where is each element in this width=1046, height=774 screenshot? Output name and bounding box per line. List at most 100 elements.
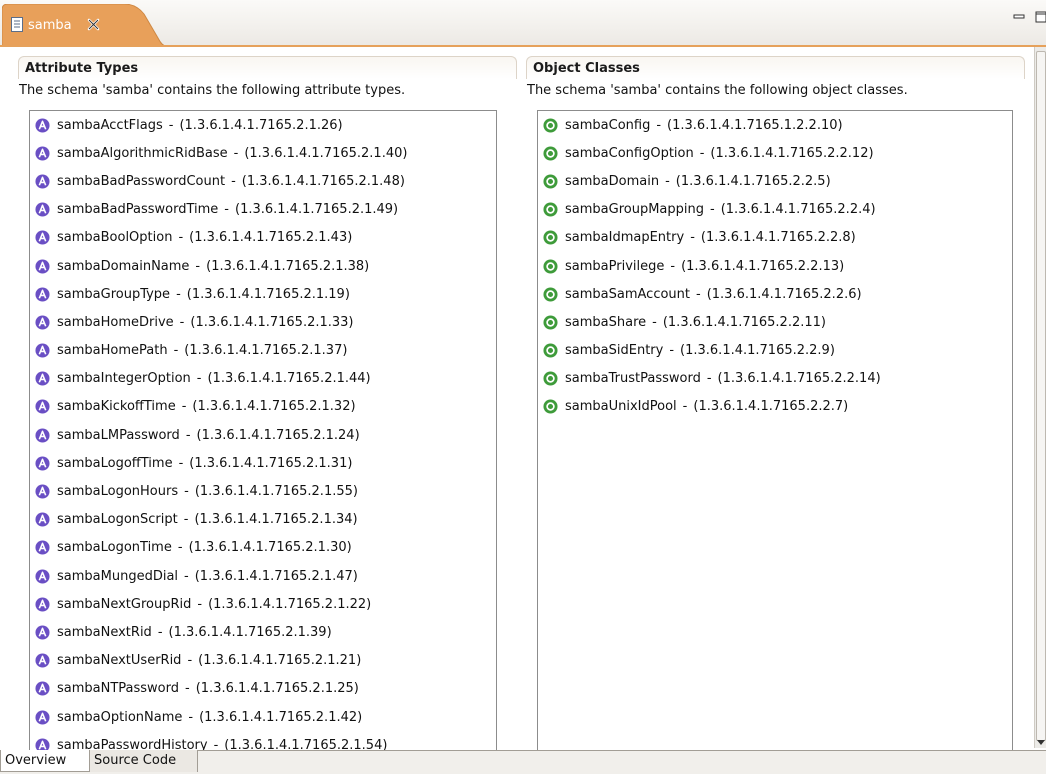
attribute-type-icon [35, 710, 50, 725]
item-name: sambaLogoffTime [57, 455, 173, 471]
list-item[interactable]: sambaBadPasswordTime - (1.3.6.1.4.1.7165.2… [30, 196, 496, 224]
list-item[interactable]: sambaGroupType - (1.3.6.1.4.1.7165.2.1.19) [30, 280, 496, 308]
item-separator: - [185, 681, 190, 697]
item-separator: - [184, 568, 189, 584]
item-name: sambaSidEntry [565, 343, 664, 359]
list-item[interactable]: sambaOptionName - (1.3.6.1.4.1.7165.2.1.42… [30, 703, 496, 731]
item-separator: - [224, 202, 229, 218]
attribute-type-icon [35, 625, 50, 640]
item-separator: - [682, 399, 688, 415]
list-item[interactable]: sambaAlgorithmicRidBase - (1.3.6.1.4.1.716… [30, 139, 496, 167]
list-item[interactable]: sambaLogoffTime - (1.3.6.1.4.1.7165.2.1.31… [30, 449, 496, 477]
list-item[interactable]: sambaLMPassword - (1.3.6.1.4.1.7165.2.1.24… [30, 421, 496, 449]
list-item[interactable]: sambaDomain - (1.3.6.1.4.1.7165.2.2.5) [538, 167, 1012, 195]
scroll-down-icon[interactable] [1037, 738, 1045, 746]
item-oid: (1.3.6.1.4.1.7165.2.2.9) [680, 343, 835, 359]
item-separator: - [187, 653, 193, 669]
item-separator: - [690, 230, 695, 246]
list-item[interactable]: sambaLogonHours - (1.3.6.1.4.1.7165.2.1.55… [30, 477, 496, 505]
object-class-icon [543, 146, 558, 161]
attribute-type-icon [35, 540, 50, 555]
item-name: sambaConfigOption [565, 145, 694, 161]
object-class-icon [543, 399, 558, 414]
item-separator: - [181, 399, 187, 415]
list-item[interactable]: sambaSidEntry - (1.3.6.1.4.1.7165.2.2.9) [538, 337, 1012, 365]
item-oid: (1.3.6.1.4.1.7165.2.1.26) [179, 117, 343, 133]
item-name: sambaGroupMapping [565, 202, 704, 218]
list-item[interactable]: sambaHomePath - (1.3.6.1.4.1.7165.2.1.37) [30, 337, 496, 365]
list-item[interactable]: sambaSamAccount - (1.3.6.1.4.1.7165.2.2.6) [538, 280, 1012, 308]
item-separator: - [710, 202, 715, 218]
list-item[interactable]: sambaHomeDrive - (1.3.6.1.4.1.7165.2.1.33) [30, 308, 496, 336]
object-classes-section: Object Classes The schema 'samba' contai… [526, 56, 1025, 754]
list-item[interactable]: sambaConfigOption - (1.3.6.1.4.1.7165.2.2.… [538, 139, 1012, 167]
list-item[interactable]: sambaNextRid - (1.3.6.1.4.1.7165.2.1.39) [30, 618, 496, 646]
item-name: sambaHomePath [57, 343, 168, 359]
item-oid: (1.3.6.1.4.1.7165.2.2.11) [662, 314, 826, 330]
list-item[interactable]: sambaLogonTime - (1.3.6.1.4.1.7165.2.1.30) [30, 534, 496, 562]
list-item[interactable]: sambaNextUserRid - (1.3.6.1.4.1.7165.2.1.2… [30, 647, 496, 675]
item-separator: - [179, 314, 185, 330]
item-oid: (1.3.6.1.4.1.7165.2.1.21) [198, 653, 362, 669]
list-item[interactable]: sambaIntegerOption - (1.3.6.1.4.1.7165.2.1… [30, 365, 496, 393]
tab-source-code[interactable]: Source Code [90, 750, 198, 772]
list-item[interactable]: sambaIdmapEntry - (1.3.6.1.4.1.7165.2.2.8) [538, 224, 1012, 252]
list-item[interactable]: sambaAcctFlags - (1.3.6.1.4.1.7165.2.1.26) [30, 111, 496, 139]
list-item[interactable]: sambaLogonScript - (1.3.6.1.4.1.7165.2.1.3… [30, 506, 496, 534]
editor-page-tabs: Overview Source Code [0, 750, 1046, 774]
tab-overview[interactable]: Overview [0, 750, 90, 772]
item-name: sambaBadPasswordTime [57, 202, 219, 218]
scrollbar-thumb[interactable] [1036, 51, 1046, 741]
object-classes-list[interactable]: sambaConfig - (1.3.6.1.4.1.7165.1.2.2.10) s… [537, 110, 1013, 754]
tab-underline [0, 45, 1046, 47]
list-item[interactable]: sambaMungedDial - (1.3.6.1.4.1.7165.2.1.47… [30, 562, 496, 590]
close-icon[interactable] [87, 18, 100, 31]
list-item[interactable]: sambaDomainName - (1.3.6.1.4.1.7165.2.1.38… [30, 252, 496, 280]
list-item[interactable]: sambaBadPasswordCount - (1.3.6.1.4.1.7165.… [30, 167, 496, 195]
item-name: sambaMungedDial [57, 568, 179, 584]
item-oid: (1.3.6.1.4.1.7165.2.2.7) [693, 399, 849, 415]
item-oid: (1.3.6.1.4.1.7165.2.2.6) [706, 286, 862, 302]
item-separator: - [185, 427, 191, 443]
attribute-type-icon [35, 146, 50, 161]
list-item[interactable]: sambaNTPassword - (1.3.6.1.4.1.7165.2.1.25… [30, 675, 496, 703]
item-oid: (1.3.6.1.4.1.7165.2.1.22) [208, 596, 372, 612]
section-title: Attribute Types [25, 61, 139, 76]
item-oid: (1.3.6.1.4.1.7165.2.1.43) [189, 230, 353, 246]
item-separator: - [173, 343, 179, 359]
item-oid: (1.3.6.1.4.1.7165.2.1.19) [186, 286, 350, 302]
vertical-scrollbar[interactable] [1034, 47, 1046, 748]
item-name: sambaConfig [565, 117, 651, 133]
list-item[interactable]: sambaShare - (1.3.6.1.4.1.7165.2.2.11) [538, 308, 1012, 336]
list-item[interactable]: sambaConfig - (1.3.6.1.4.1.7165.1.2.2.10) [538, 111, 1012, 139]
editor-tab-label: samba [28, 18, 72, 33]
item-name: sambaSamAccount [565, 286, 690, 302]
attribute-type-icon [35, 174, 50, 189]
item-oid: (1.3.6.1.4.1.7165.2.1.48) [241, 173, 405, 189]
maximize-icon[interactable] [1034, 10, 1046, 24]
list-item[interactable]: sambaNextGroupRid - (1.3.6.1.4.1.7165.2.1.… [30, 590, 496, 618]
editor-tab-samba[interactable]: samba [2, 4, 166, 46]
item-name: sambaNTPassword [57, 681, 180, 697]
list-item[interactable]: sambaPrivilege - (1.3.6.1.4.1.7165.2.2.13) [538, 252, 1012, 280]
section-title: Object Classes [533, 61, 640, 76]
attribute-type-icon [35, 512, 50, 527]
list-item[interactable]: sambaTrustPassword - (1.3.6.1.4.1.7165.2.2… [538, 365, 1012, 393]
object-class-icon [543, 230, 558, 245]
minimize-icon[interactable] [1012, 10, 1026, 24]
item-name: sambaIntegerOption [57, 371, 191, 387]
list-item[interactable]: sambaBoolOption - (1.3.6.1.4.1.7165.2.1.43… [30, 224, 496, 252]
list-item[interactable]: sambaKickoffTime - (1.3.6.1.4.1.7165.2.1.3… [30, 393, 496, 421]
attribute-type-icon [35, 259, 50, 274]
attribute-types-header[interactable]: Attribute Types [18, 56, 517, 79]
item-name: sambaPrivilege [565, 258, 665, 274]
object-class-icon [543, 287, 558, 302]
item-oid: (1.3.6.1.4.1.7165.2.1.39) [168, 624, 332, 640]
schema-document-icon [11, 17, 23, 32]
object-classes-header[interactable]: Object Classes [526, 56, 1025, 79]
list-item[interactable]: sambaUnixIdPool - (1.3.6.1.4.1.7165.2.2.7) [538, 393, 1012, 421]
item-name: sambaOptionName [57, 709, 183, 725]
section-description: The schema 'samba' contains the followin… [527, 83, 908, 98]
attribute-types-list[interactable]: sambaAcctFlags - (1.3.6.1.4.1.7165.2.1.26)… [29, 110, 497, 754]
list-item[interactable]: sambaGroupMapping - (1.3.6.1.4.1.7165.2.2.… [538, 196, 1012, 224]
